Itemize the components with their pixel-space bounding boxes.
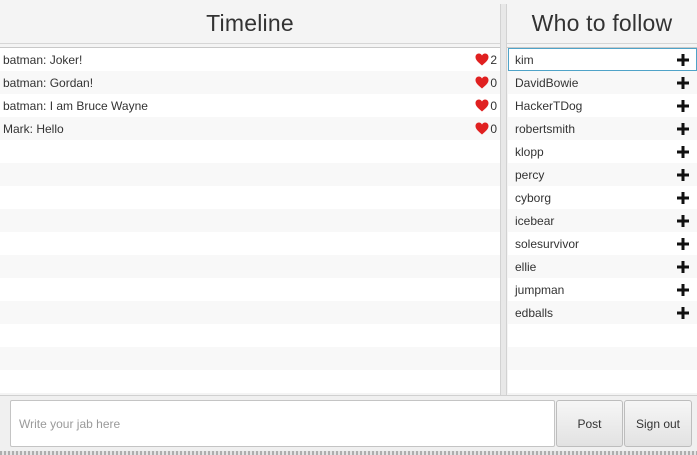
- follow-user-row[interactable]: kim: [508, 48, 697, 71]
- follow-plus-icon[interactable]: [677, 237, 689, 250]
- empty-list-row: [0, 255, 500, 278]
- follow-plus-icon[interactable]: [677, 168, 689, 181]
- empty-list-row: [0, 301, 500, 324]
- empty-list-row: [508, 347, 697, 370]
- like-count: 2: [490, 52, 497, 67]
- follow-plus-icon[interactable]: [677, 191, 689, 204]
- empty-list-row: [508, 324, 697, 347]
- timeline-panel: Timeline batman: Joker! 2 batman: Gordan! 0…: [0, 4, 500, 395]
- follow-plus-icon[interactable]: [677, 122, 689, 135]
- username: icebear: [515, 213, 555, 228]
- jab-input[interactable]: [10, 400, 555, 447]
- timeline-post-row[interactable]: batman: I am Bruce Wayne 0: [0, 94, 500, 117]
- empty-list-row: [0, 163, 500, 186]
- timeline-list[interactable]: batman: Joker! 2 batman: Gordan! 0 batman: I…: [0, 47, 500, 395]
- sign-out-button[interactable]: Sign out: [624, 400, 692, 447]
- timeline-post-row[interactable]: batman: Gordan! 0: [0, 71, 500, 94]
- like-control[interactable]: 2: [475, 53, 497, 67]
- follow-user-row[interactable]: robertsmith: [508, 117, 697, 140]
- empty-list-row: [0, 347, 500, 370]
- follow-plus-icon[interactable]: [677, 76, 689, 89]
- username: percy: [515, 167, 545, 182]
- follow-user-row[interactable]: cyborg: [508, 186, 697, 209]
- username: klopp: [515, 144, 544, 159]
- post-text: batman: Joker!: [3, 52, 83, 67]
- follow-user-row[interactable]: jumpman: [508, 278, 697, 301]
- follow-plus-icon[interactable]: [677, 306, 689, 319]
- follow-plus-icon[interactable]: [677, 260, 689, 273]
- username: ellie: [515, 259, 537, 274]
- empty-list-row: [0, 140, 500, 163]
- username: HackerTDog: [515, 98, 583, 113]
- like-control[interactable]: 0: [475, 99, 497, 113]
- username: solesurvivor: [515, 236, 580, 251]
- like-count: 0: [490, 75, 497, 90]
- timeline-post-row[interactable]: batman: Joker! 2: [0, 48, 500, 71]
- follow-user-row[interactable]: solesurvivor: [508, 232, 697, 255]
- username: DavidBowie: [515, 75, 579, 90]
- follow-user-row[interactable]: DavidBowie: [508, 71, 697, 94]
- like-control[interactable]: 0: [475, 122, 497, 136]
- follow-user-row[interactable]: percy: [508, 163, 697, 186]
- heart-icon[interactable]: [475, 53, 489, 66]
- empty-list-row: [0, 209, 500, 232]
- timeline-post-row[interactable]: Mark: Hello 0: [0, 117, 500, 140]
- post-text: Mark: Hello: [3, 121, 64, 136]
- empty-list-row: [0, 232, 500, 255]
- username: kim: [515, 52, 534, 67]
- heart-icon[interactable]: [475, 99, 489, 112]
- empty-list-row: [0, 324, 500, 347]
- follow-plus-icon[interactable]: [677, 145, 689, 158]
- username: edballs: [515, 305, 554, 320]
- window-bottom-edge: [0, 451, 697, 455]
- follow-plus-icon[interactable]: [677, 214, 689, 227]
- follow-user-row[interactable]: icebear: [508, 209, 697, 232]
- follow-plus-icon[interactable]: [677, 99, 689, 112]
- like-control[interactable]: 0: [475, 76, 497, 90]
- post-text: batman: Gordan!: [3, 75, 94, 90]
- post-text: batman: I am Bruce Wayne: [3, 98, 148, 113]
- like-count: 0: [490, 121, 497, 136]
- username: robertsmith: [515, 121, 576, 136]
- empty-list-row: [0, 186, 500, 209]
- follow-user-row[interactable]: klopp: [508, 140, 697, 163]
- timeline-title: Timeline: [0, 4, 500, 44]
- compose-bar: Post Sign out: [0, 395, 697, 455]
- empty-list-row: [0, 278, 500, 301]
- heart-icon[interactable]: [475, 76, 489, 89]
- username: jumpman: [515, 282, 565, 297]
- who-to-follow-panel: Who to follow kim DavidBowie HackerTDog rob…: [507, 4, 697, 395]
- username: cyborg: [515, 190, 552, 205]
- who-to-follow-list[interactable]: kim DavidBowie HackerTDog robertsmith klopp p…: [507, 47, 697, 395]
- empty-list-row: [508, 370, 697, 393]
- heart-icon[interactable]: [475, 122, 489, 135]
- post-button[interactable]: Post: [556, 400, 623, 447]
- like-count: 0: [490, 98, 497, 113]
- split-pane-divider[interactable]: [500, 4, 507, 395]
- follow-user-row[interactable]: HackerTDog: [508, 94, 697, 117]
- follow-plus-icon[interactable]: [677, 53, 689, 66]
- empty-list-row: [0, 370, 500, 393]
- follow-user-row[interactable]: edballs: [508, 301, 697, 324]
- follow-user-row[interactable]: ellie: [508, 255, 697, 278]
- follow-plus-icon[interactable]: [677, 283, 689, 296]
- who-to-follow-title: Who to follow: [507, 4, 697, 44]
